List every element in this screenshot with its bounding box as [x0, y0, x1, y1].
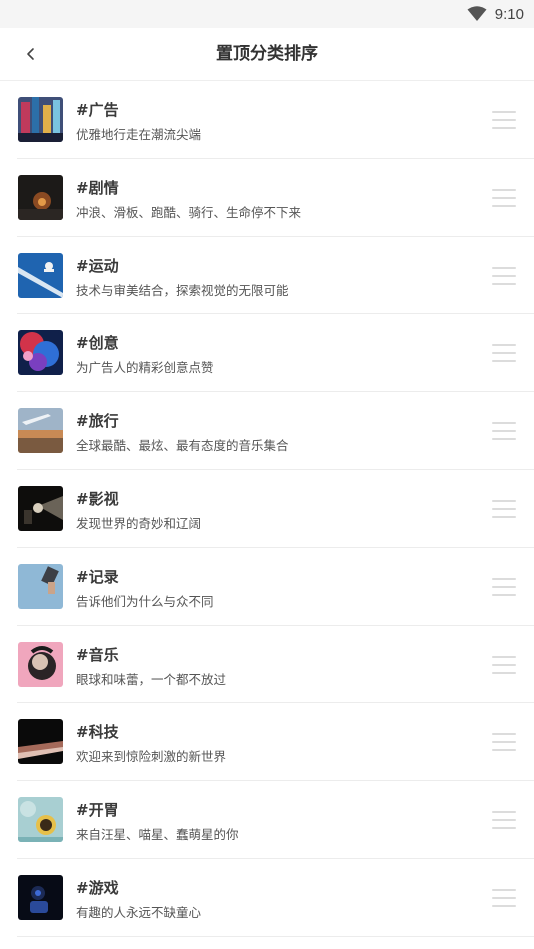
category-thumbnail	[18, 97, 63, 142]
category-description: 冲浪、滑板、跑酷、骑行、生命停不下来	[76, 204, 302, 220]
category-description: 有趣的人永远不缺童心	[76, 904, 202, 920]
category-row-music[interactable]: #音乐 眼球和味蕾，一个都不放过	[0, 626, 534, 704]
category-thumbnail	[18, 563, 63, 609]
category-row-creative[interactable]: #创意 为广告人的精彩创意点赞	[0, 314, 534, 392]
category-description: 发现世界的奇妙和辽阔	[76, 515, 202, 531]
drag-handle-icon[interactable]	[492, 420, 516, 442]
category-title: #创意	[76, 334, 119, 353]
drag-handle-icon[interactable]	[492, 731, 516, 753]
category-row-ad[interactable]: #广告 优雅地行走在潮流尖端	[0, 81, 534, 159]
page-title: 置顶分类排序	[216, 44, 318, 64]
category-list: #广告 优雅地行走在潮流尖端 #剧情 冲浪、滑板、跑酷、骑行、生命停不下来 #运…	[0, 81, 534, 937]
category-description: 欢迎来到惊险刺激的新世界	[76, 749, 227, 765]
category-description: 告诉他们为什么与众不同	[76, 593, 214, 609]
category-description: 优雅地行走在潮流尖端	[76, 127, 202, 142]
wifi-icon	[467, 6, 487, 21]
category-title: #科技	[76, 723, 119, 742]
drag-handle-icon[interactable]	[492, 109, 516, 131]
category-title: #游戏	[76, 878, 119, 897]
drag-handle-icon[interactable]	[492, 576, 516, 598]
category-description: 技术与审美结合，探索视觉的无限可能	[76, 282, 289, 298]
category-thumbnail	[18, 485, 63, 531]
category-row-record[interactable]: #记录 告诉他们为什么与众不同	[0, 548, 534, 626]
status-bar: 9:10	[0, 0, 534, 28]
drag-handle-icon[interactable]	[492, 809, 516, 831]
drag-handle-icon[interactable]	[492, 654, 516, 676]
category-row-sports[interactable]: #运动 技术与审美结合，探索视觉的无限可能	[0, 237, 534, 315]
category-title: #广告	[76, 101, 119, 119]
category-title: #音乐	[76, 645, 119, 664]
drag-handle-icon[interactable]	[492, 265, 516, 287]
category-description: 全球最酷、最炫、最有态度的音乐集合	[76, 438, 289, 454]
category-row-film[interactable]: #影视 发现世界的奇妙和辽阔	[0, 470, 534, 548]
drag-handle-icon[interactable]	[492, 342, 516, 364]
category-title: #旅行	[76, 412, 119, 431]
category-row-drama[interactable]: #剧情 冲浪、滑板、跑酷、骑行、生命停不下来	[0, 159, 534, 237]
category-thumbnail	[18, 874, 63, 920]
category-row-appetizer[interactable]: #开胃 来自汪星、喵星、蠢萌星的你	[0, 781, 534, 859]
category-thumbnail	[18, 252, 63, 298]
category-thumbnail	[18, 797, 63, 843]
category-description: 眼球和味蕾，一个都不放过	[76, 671, 227, 687]
drag-handle-icon[interactable]	[492, 187, 516, 209]
category-title: #运动	[76, 256, 119, 275]
category-thumbnail	[18, 719, 63, 765]
category-thumbnail	[18, 641, 63, 687]
category-thumbnail	[18, 330, 63, 376]
drag-handle-icon[interactable]	[492, 498, 516, 520]
category-title: #影视	[76, 489, 119, 508]
category-title: #记录	[76, 567, 119, 586]
category-row-game[interactable]: #游戏 有趣的人永远不缺童心	[0, 859, 534, 937]
category-thumbnail	[18, 174, 63, 220]
nav-bar: 置顶分类排序	[0, 28, 534, 81]
category-description: 为广告人的精彩创意点赞	[76, 360, 214, 376]
clock: 9:10	[494, 5, 524, 23]
category-row-tech[interactable]: #科技 欢迎来到惊险刺激的新世界	[0, 703, 534, 781]
drag-handle-icon[interactable]	[492, 887, 516, 909]
category-thumbnail	[18, 408, 63, 454]
category-title: #开胃	[76, 801, 119, 820]
category-title: #剧情	[76, 178, 119, 197]
status-icons: 9:10	[467, 4, 524, 24]
category-row-travel[interactable]: #旅行 全球最酷、最炫、最有态度的音乐集合	[0, 392, 534, 470]
category-description: 来自汪星、喵星、蠢萌星的你	[76, 827, 239, 843]
